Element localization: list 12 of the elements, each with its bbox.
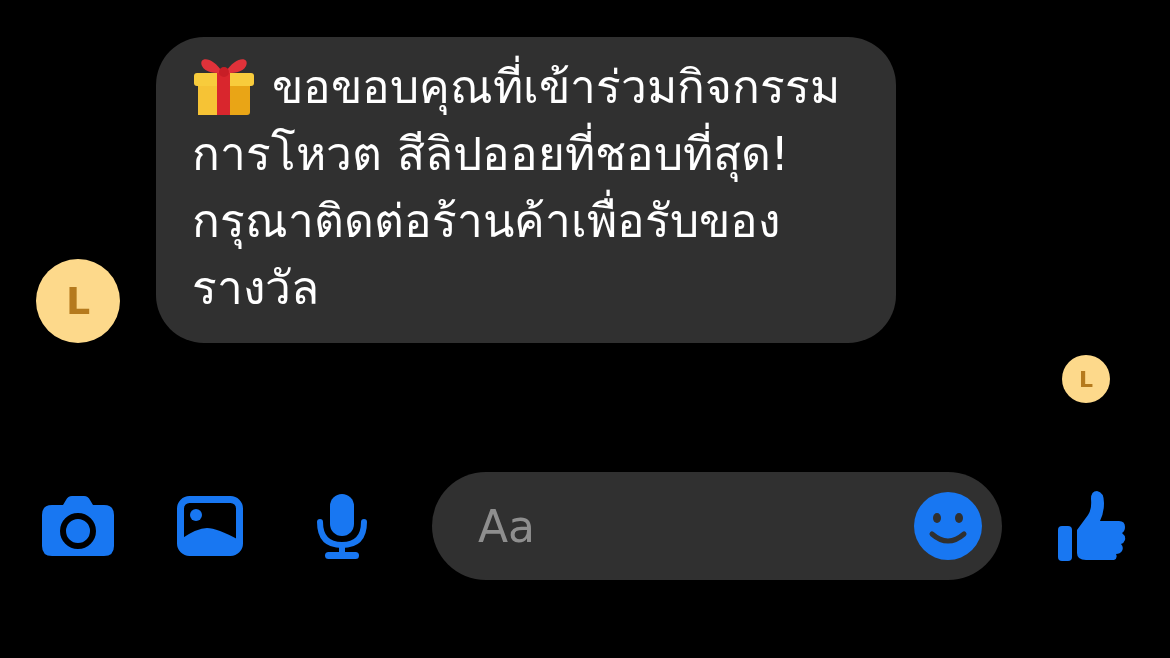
message-field[interactable]: Aa	[432, 472, 1002, 580]
camera-icon[interactable]	[42, 496, 114, 556]
picture-icon[interactable]	[177, 496, 243, 556]
seen-avatar: L	[1062, 355, 1110, 403]
smiley-icon[interactable]	[914, 492, 982, 560]
thumbs-up-icon[interactable]	[1058, 490, 1126, 562]
message-text: ขอขอบคุณที่เข้าร่วมกิจกรรม	[272, 54, 840, 121]
microphone-icon[interactable]	[316, 493, 368, 559]
message-text: กรุณาติดต่อร้านค้าเพื่อรับของ	[192, 188, 780, 255]
message-text: การโหวต สีลิปออยที่ชอบที่สุด!	[192, 121, 790, 188]
message-text: รางวัล	[192, 260, 319, 317]
avatar: L	[36, 259, 120, 343]
